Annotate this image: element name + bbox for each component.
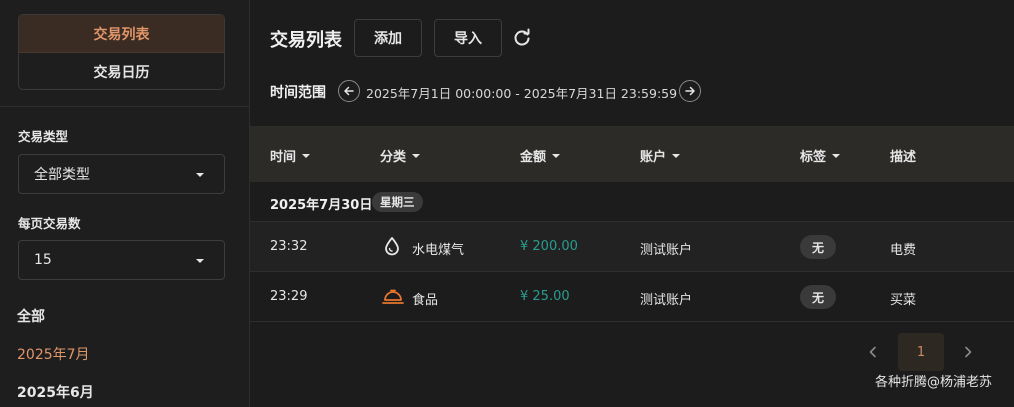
nav-item-transaction-calendar[interactable]: 交易日历 (19, 53, 224, 89)
pagination-page-current[interactable]: 1 (898, 333, 944, 371)
table-header: 时间 分类 金额 账户 标签 描述 (250, 126, 1014, 182)
watermark-text: 各种折腾@杨浦老苏 (875, 375, 993, 390)
column-header-amount-label: 金额 (520, 150, 547, 165)
month-item-2025-06[interactable]: 2025年6月 (17, 382, 94, 402)
sidebar-divider (0, 106, 250, 107)
range-next-button[interactable] (679, 80, 701, 102)
caret-down-icon (672, 153, 681, 158)
time-range-label: 时间范围 (270, 85, 326, 101)
table-row[interactable]: 23:32 水电煤气 ¥ 200.00 测试账户 无 电费 (250, 222, 1014, 272)
column-header-amount[interactable]: 金额 (520, 146, 561, 165)
water-drop-icon (385, 237, 399, 256)
view-switcher: 交易列表 交易日历 (18, 14, 225, 90)
type-filter-label: 交易类型 (18, 129, 69, 144)
range-prev-button[interactable] (338, 80, 360, 102)
column-header-time-label: 时间 (270, 150, 297, 165)
type-filter-select[interactable]: 全部类型 (18, 154, 225, 194)
refresh-icon[interactable] (512, 28, 532, 48)
row-category: 水电煤气 (412, 243, 465, 258)
page-size-select[interactable]: 15 (18, 240, 225, 280)
row-description: 买菜 (890, 293, 917, 308)
pagination-prev-button[interactable] (863, 342, 883, 362)
row-account: 测试账户 (640, 243, 693, 258)
food-cloche-icon (382, 289, 404, 304)
column-header-tags[interactable]: 标签 (800, 146, 841, 165)
row-amount: ¥ 200.00 (520, 239, 578, 254)
caret-down-icon (302, 153, 311, 158)
caret-down-icon (412, 153, 421, 158)
row-time: 23:32 (270, 239, 308, 254)
row-account: 测试账户 (640, 293, 693, 308)
caret-down-icon (552, 153, 561, 158)
sidebar: 交易列表 交易日历 交易类型 全部类型 每页交易数 15 全部 2025年7月 … (0, 0, 250, 407)
pagination-next-button[interactable] (958, 342, 978, 362)
caret-down-icon (196, 173, 204, 177)
nav-item-transaction-list[interactable]: 交易列表 (19, 15, 224, 53)
weekday-badge: 星期三 (372, 192, 423, 212)
row-category: 食品 (412, 293, 439, 308)
row-tag-badge: 无 (800, 285, 836, 309)
import-button[interactable]: 导入 (434, 19, 502, 57)
row-amount: ¥ 25.00 (520, 289, 570, 304)
row-tag-badge: 无 (800, 235, 836, 259)
column-header-account[interactable]: 账户 (640, 146, 681, 165)
type-filter-value: 全部类型 (34, 167, 90, 183)
column-header-tags-label: 标签 (800, 150, 827, 165)
arrow-right-icon (685, 86, 695, 96)
chevron-left-icon (869, 346, 876, 358)
chevron-right-icon (965, 346, 972, 358)
arrow-left-icon (344, 86, 354, 96)
caret-down-icon (196, 259, 204, 263)
month-item-2025-07[interactable]: 2025年7月 (17, 344, 90, 364)
column-header-account-label: 账户 (640, 150, 667, 165)
page-size-label: 每页交易数 (18, 216, 81, 231)
add-button[interactable]: 添加 (354, 19, 422, 57)
column-header-time[interactable]: 时间 (270, 146, 311, 165)
main-content: 交易列表 添加 导入 时间范围 2025年7月1日 00:00:00 - 202… (250, 0, 1014, 407)
page-size-value: 15 (34, 252, 52, 268)
time-range-text: 2025年7月1日 00:00:00 - 2025年7月31日 23:59:59 (366, 86, 678, 101)
caret-down-icon (832, 153, 841, 158)
column-header-category[interactable]: 分类 (380, 146, 421, 165)
row-time: 23:29 (270, 289, 308, 304)
table-row[interactable]: 23:29 食品 ¥ 25.00 测试账户 无 买菜 (250, 272, 1014, 322)
column-header-category-label: 分类 (380, 150, 407, 165)
group-date: 2025年7月30日 (270, 198, 373, 213)
column-header-description-label: 描述 (890, 150, 917, 165)
month-item-all[interactable]: 全部 (17, 306, 45, 326)
column-header-description: 描述 (890, 146, 916, 165)
date-group-row: 2025年7月30日 星期三 (250, 182, 1014, 222)
page-title: 交易列表 (270, 30, 342, 51)
row-description: 电费 (890, 243, 917, 258)
